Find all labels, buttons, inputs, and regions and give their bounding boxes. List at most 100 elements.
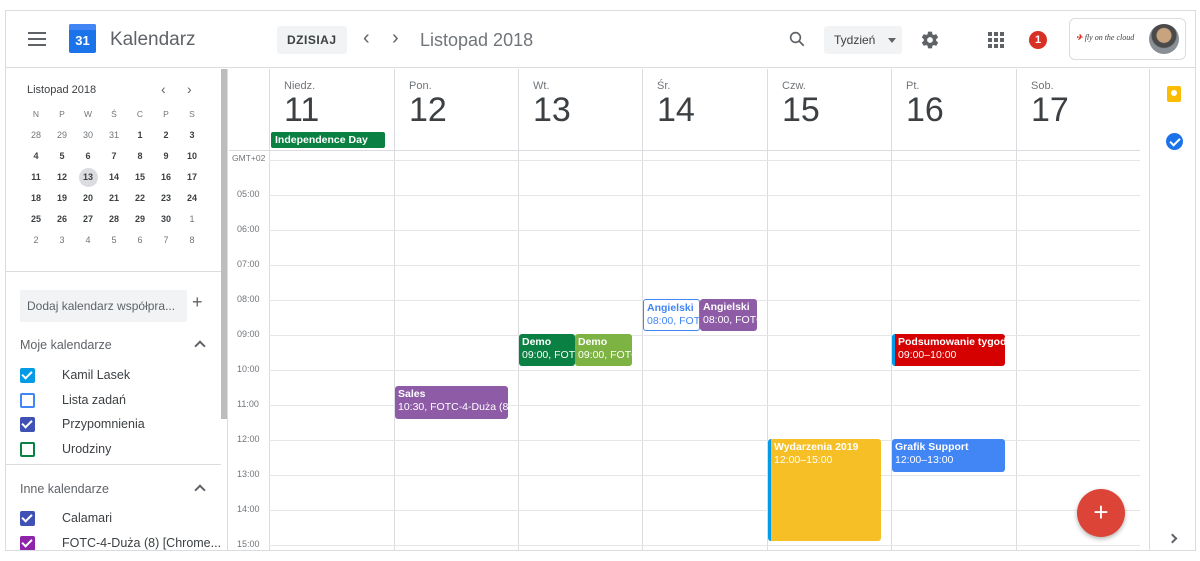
mini-calendar-day[interactable]: 19 <box>49 188 75 209</box>
notification-badge[interactable]: 1 <box>1029 31 1047 49</box>
calendar-event[interactable]: Wydarzenia 2019 12:00–15:00 <box>768 439 881 541</box>
calendar-event[interactable]: Podsumowanie tygodnia 09:00–10:00 <box>892 334 1005 366</box>
account-button[interactable]: ✈ fly on the cloud <box>1069 18 1186 60</box>
day-number[interactable]: 16 <box>906 91 944 130</box>
sidebar-scrollbar[interactable] <box>221 69 227 419</box>
my-calendars-title[interactable]: Moje kalendarze <box>20 338 112 352</box>
mini-calendar-day[interactable]: 28 <box>23 125 49 146</box>
day-number[interactable]: 14 <box>657 91 695 130</box>
mini-calendar-day[interactable]: 13 <box>75 167 101 188</box>
tasks-icon[interactable] <box>1166 133 1183 150</box>
day-header[interactable]: Śr. 14 <box>642 69 767 150</box>
mini-calendar-day[interactable]: 26 <box>49 209 75 230</box>
mini-calendar-day[interactable]: 6 <box>127 230 153 251</box>
mini-calendar-day[interactable]: 20 <box>75 188 101 209</box>
mini-calendar-prev-button[interactable]: ‹ <box>161 81 166 97</box>
mini-calendar-day[interactable]: 1 <box>127 125 153 146</box>
day-number[interactable]: 13 <box>533 91 571 130</box>
calendar-item[interactable]: FOTC-4-Duża (8) [Chrome... <box>20 533 221 550</box>
mini-calendar-day[interactable]: 17 <box>179 167 205 188</box>
search-icon[interactable] <box>788 30 806 48</box>
day-header[interactable]: Wt. 13 <box>518 69 643 150</box>
checkbox-icon[interactable] <box>20 368 35 383</box>
side-panel-rail <box>1149 69 1195 550</box>
mini-calendar-day[interactable]: 23 <box>153 188 179 209</box>
calendar-event[interactable]: Sales 10:30, FOTC-4-Duża (8) <box>395 386 508 419</box>
other-calendars-title[interactable]: Inne kalendarze <box>20 482 109 496</box>
mini-calendar-day[interactable]: 31 <box>101 125 127 146</box>
mini-calendar-day[interactable]: 2 <box>153 125 179 146</box>
all-day-event[interactable]: Independence Day <box>271 132 385 148</box>
apps-grid-icon[interactable] <box>988 32 1004 48</box>
calendar-item[interactable]: Przypomnienia <box>20 414 220 436</box>
mini-calendar-day[interactable]: 22 <box>127 188 153 209</box>
mini-calendar-day[interactable]: 12 <box>49 167 75 188</box>
day-number[interactable]: 12 <box>409 91 447 130</box>
mini-calendar-day[interactable]: 24 <box>179 188 205 209</box>
gear-icon[interactable] <box>920 30 940 50</box>
mini-calendar-day[interactable]: 5 <box>101 230 127 251</box>
mini-calendar-day[interactable]: 25 <box>23 209 49 230</box>
checkbox-icon[interactable] <box>20 535 35 550</box>
chevron-up-icon[interactable] <box>194 340 206 352</box>
mini-calendar-day[interactable]: 28 <box>101 209 127 230</box>
mini-calendar-day[interactable]: 21 <box>101 188 127 209</box>
mini-calendar-day[interactable]: 10 <box>179 146 205 167</box>
mini-calendar-day[interactable]: 7 <box>101 146 127 167</box>
calendar-item[interactable]: Kamil Lasek <box>20 365 220 387</box>
mini-calendar-day[interactable]: 15 <box>127 167 153 188</box>
mini-calendar-day[interactable]: 7 <box>153 230 179 251</box>
menu-icon[interactable] <box>28 32 46 46</box>
calendar-item[interactable]: Lista zadań <box>20 390 220 412</box>
mini-calendar-day[interactable]: 3 <box>49 230 75 251</box>
day-header[interactable]: Pt. 16 <box>891 69 1016 150</box>
mini-calendar-day[interactable]: 11 <box>23 167 49 188</box>
day-header[interactable]: Czw. 15 <box>767 69 892 150</box>
mini-calendar-day[interactable]: 30 <box>153 209 179 230</box>
chevron-up-icon[interactable] <box>194 484 206 496</box>
mini-calendar-day[interactable]: 6 <box>75 146 101 167</box>
add-calendar-plus-icon[interactable]: + <box>192 292 203 313</box>
checkbox-icon[interactable] <box>20 511 35 526</box>
mini-calendar-day[interactable]: 3 <box>179 125 205 146</box>
prev-week-button[interactable]: ‹ <box>363 28 370 48</box>
calendar-item[interactable]: Urodziny <box>20 439 220 461</box>
mini-calendar-day[interactable]: 16 <box>153 167 179 188</box>
checkbox-icon[interactable] <box>20 417 35 432</box>
mini-calendar-day[interactable]: 2 <box>23 230 49 251</box>
day-header[interactable]: Sob. 17 <box>1016 69 1140 150</box>
today-button[interactable]: DZISIAJ <box>277 26 347 54</box>
next-week-button[interactable]: › <box>392 28 399 48</box>
checkbox-icon[interactable] <box>20 441 35 457</box>
mini-calendar-day[interactable]: 27 <box>75 209 101 230</box>
checkbox-icon[interactable] <box>20 392 35 408</box>
calendar-event[interactable]: Demo 09:00, FOTC <box>575 334 632 366</box>
mini-calendar-day[interactable]: 29 <box>49 125 75 146</box>
day-number[interactable]: 17 <box>1031 91 1069 130</box>
day-header[interactable]: Pon. 12 <box>394 69 519 150</box>
day-number[interactable]: 11 <box>284 91 319 130</box>
mini-calendar-day[interactable]: 14 <box>101 167 127 188</box>
mini-calendar-day[interactable]: 18 <box>23 188 49 209</box>
calendar-item[interactable]: Calamari <box>20 508 220 530</box>
calendar-event[interactable]: Demo 09:00, FOTC <box>519 334 575 366</box>
mini-calendar-day[interactable]: 1 <box>179 209 205 230</box>
keep-icon[interactable] <box>1167 86 1181 102</box>
mini-calendar-day[interactable]: 5 <box>49 146 75 167</box>
mini-calendar-day[interactable]: 9 <box>153 146 179 167</box>
calendar-event[interactable]: Angielski 08:00, FOTC <box>700 299 757 331</box>
mini-calendar-next-button[interactable]: › <box>187 81 192 97</box>
calendar-event[interactable]: Angielski 08:00, FOTC <box>643 299 700 331</box>
add-calendar-input[interactable]: Dodaj kalendarz współpra... <box>20 290 187 322</box>
mini-calendar-day[interactable]: 30 <box>75 125 101 146</box>
day-number[interactable]: 15 <box>782 91 820 130</box>
calendar-event[interactable]: Grafik Support 12:00–13:00 <box>892 439 1005 472</box>
mini-calendar-day[interactable]: 8 <box>179 230 205 251</box>
mini-calendar-day[interactable]: 29 <box>127 209 153 230</box>
chevron-right-icon[interactable] <box>1167 533 1178 544</box>
view-select[interactable]: Tydzień <box>824 26 902 54</box>
mini-calendar-day[interactable]: 8 <box>127 146 153 167</box>
mini-calendar-day[interactable]: 4 <box>75 230 101 251</box>
create-event-button[interactable]: + <box>1077 489 1125 537</box>
mini-calendar-day[interactable]: 4 <box>23 146 49 167</box>
